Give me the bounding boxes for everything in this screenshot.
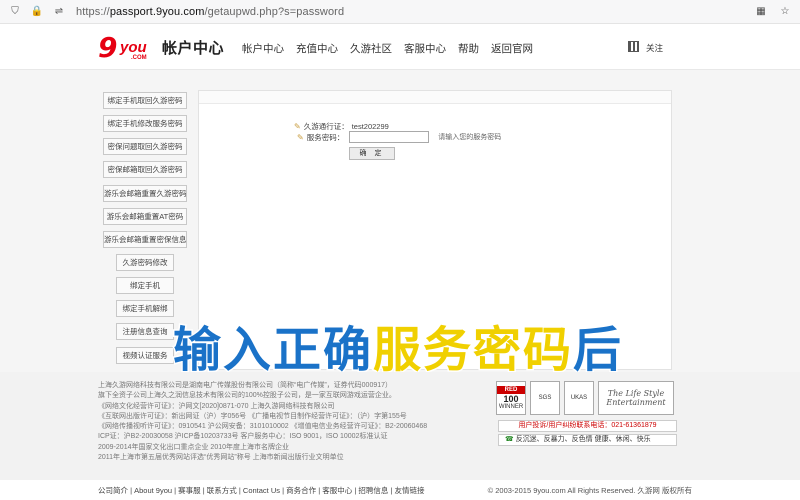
caption-part-1: 输入正确	[171, 321, 374, 380]
caption-part-2: 服务密码	[372, 321, 574, 380]
video-caption: 输入正确服务密码后	[171, 310, 624, 380]
anti-addiction-text: 反沉迷、反暴力、反色情 健康、休闲、快乐	[515, 436, 651, 443]
footer-line: 《网络传播视听许可证》：0910541 沪公网安备：3101010002 《增值…	[98, 423, 428, 431]
service-password-label: 服务密码：	[306, 132, 345, 142]
confirm-button[interactable]: 确 定	[349, 147, 395, 160]
browser-url-bar: ⛉ 🔒 ⇌ https://passport.9you.com/getaupwd…	[0, 0, 800, 24]
bookmark-star-icon[interactable]: ☆	[778, 4, 792, 18]
sidebar-item-phone-retrieve-password[interactable]: 绑定手机取回久游密码	[103, 92, 187, 109]
sidebar-item-club-email-reset-security-info[interactable]: 游乐会邮箱重置密保信息	[103, 230, 187, 248]
pencil-icon: ✎	[294, 122, 301, 131]
certification-badges: RED 100 WINNER SGS UKAS The Life Style E…	[496, 381, 674, 415]
logo-nine: 9	[98, 31, 118, 64]
url-host: passport.9you.com	[109, 5, 205, 18]
footer-line: 旗下全资子公司上海久之润信息技术有限公司的100%控股子公司，是一家互联网游戏运…	[98, 392, 396, 400]
nav-customer-service[interactable]: 客服中心	[404, 41, 446, 56]
follow-link[interactable]: 关注	[646, 42, 663, 54]
url-bar-actions: ▦ ☆	[754, 4, 792, 18]
ukas-label: UKAS	[570, 395, 588, 401]
url-prefix: https://	[76, 5, 110, 18]
sidebar-item-video-verification[interactable]: 视频认证服务	[116, 346, 174, 364]
permissions-icon[interactable]: ⇌	[52, 5, 66, 19]
shield-icon[interactable]: ⛉	[8, 5, 22, 19]
site-header: 9 you .COM 帐户中心 帐户中心 充值中心 久游社区 客服中心 帮助 返…	[0, 24, 800, 70]
sidebar-item-registration-query[interactable]: 注册信息查询	[116, 323, 174, 341]
badge-red-label: RED	[497, 386, 525, 394]
sidebar-item-security-question-retrieve[interactable]: 密保问题取回久游密码	[103, 138, 187, 156]
main-nav: 帐户中心 充值中心 久游社区 客服中心 帮助 返回官网	[242, 41, 533, 56]
nav-recharge-center[interactable]: 充值中心	[296, 41, 338, 56]
nav-account-center[interactable]: 帐户中心	[242, 41, 284, 56]
service-password-row: ✎ 服务密码： 请输入您的服务密码	[297, 131, 501, 143]
sidebar-item-club-email-reset-password[interactable]: 游乐会邮箱重置久游密码	[103, 184, 187, 202]
badge-winner-label: WINNER	[498, 404, 524, 410]
complaint-phone: 用户投诉/用户纠纷联系电话：021-61361879	[498, 420, 677, 432]
footer-line: 2009-2014年国家文化出口重点企业 2010年度上海市名牌企业	[98, 443, 289, 451]
panel-header	[199, 91, 671, 104]
9you-logo[interactable]: 9 you .COM	[98, 31, 160, 64]
account-value: test202299	[351, 122, 389, 131]
anti-addiction-banner: ☎ 反沉迷、反暴力、反色情 健康、休闲、快乐	[498, 434, 677, 446]
nav-community[interactable]: 久游社区	[350, 41, 392, 56]
footer-links[interactable]: 公司简介 | About 9you | 赛事服 | 联系方式 | Contact…	[98, 485, 424, 496]
logo-com: .COM	[131, 55, 147, 61]
red-herring-badge[interactable]: RED 100 WINNER	[496, 381, 526, 415]
nav-help[interactable]: 帮助	[458, 41, 479, 56]
sgs-label: SGS	[538, 395, 552, 401]
footer-info: 上海久游网络科技有限公司是湖南电广传媒股份有限公司（简称“电广传媒”，证券代码0…	[98, 381, 498, 463]
page-title: 帐户中心	[162, 40, 225, 57]
qr-code-icon[interactable]	[628, 41, 639, 52]
address-field[interactable]: https://passport.9you.com/getaupwd.php?s…	[76, 6, 344, 18]
url-path: /getaupwd.php?s=password	[204, 5, 345, 18]
footer-line: 《互联网出版许可证》：新出网证（沪）字056号 《广播电视节目制作经营许可证》：…	[98, 412, 407, 420]
footer-line: 《网络文化经营许可证》：沪网文[2020]0871-070 上海久游网络科技有限…	[98, 402, 335, 410]
sgs-badge[interactable]: SGS	[530, 381, 560, 415]
copyright: © 2003-2015 9you.com All Rights Reserved…	[487, 486, 692, 495]
badge-100-label: 100	[503, 394, 519, 404]
sidebar-item-unbind-phone[interactable]: 绑定手机解绑	[116, 300, 174, 318]
footer-line: ICP证：沪B2-20030058 沪ICP备10203733号 客户服务中心：…	[98, 433, 388, 441]
sidebar-item-security-email-retrieve[interactable]: 密保邮箱取回久游密码	[103, 161, 187, 179]
lifestyle-entertainment-badge[interactable]: The Life Style Entertainment	[598, 381, 674, 415]
lifestyle-label: The Life Style Entertainment	[606, 389, 666, 407]
lock-icon[interactable]: 🔒	[30, 5, 44, 19]
ukas-badge[interactable]: UKAS	[564, 381, 594, 415]
sidebar-item-club-email-reset-at-password[interactable]: 游乐会邮箱重置AT密码	[103, 207, 187, 225]
logo-you: you	[120, 39, 147, 56]
service-password-input[interactable]	[349, 131, 430, 143]
sidebar-item-change-password[interactable]: 久游密码修改	[116, 253, 174, 271]
footer-line: 上海久游网络科技有限公司是湖南电广传媒股份有限公司（简称“电广传媒”，证券代码0…	[98, 382, 393, 389]
phone-icon: ☎	[505, 436, 514, 443]
pencil-icon: ✎	[297, 132, 304, 142]
service-password-hint: 请输入您的服务密码	[438, 134, 502, 141]
sidebar-item-bind-phone[interactable]: 绑定手机	[116, 277, 174, 295]
caption-part-3: 后	[572, 321, 624, 380]
qr-code-icon[interactable]: ▦	[754, 4, 768, 18]
footer-line: 2011年上海市第五届优秀网站评选“优秀网站”称号 上海市新闻出版行业文明单位	[98, 454, 344, 462]
sidebar-item-phone-change-service-password[interactable]: 绑定手机修改服务密码	[103, 115, 187, 133]
nav-back-to-site[interactable]: 返回官网	[491, 41, 533, 56]
